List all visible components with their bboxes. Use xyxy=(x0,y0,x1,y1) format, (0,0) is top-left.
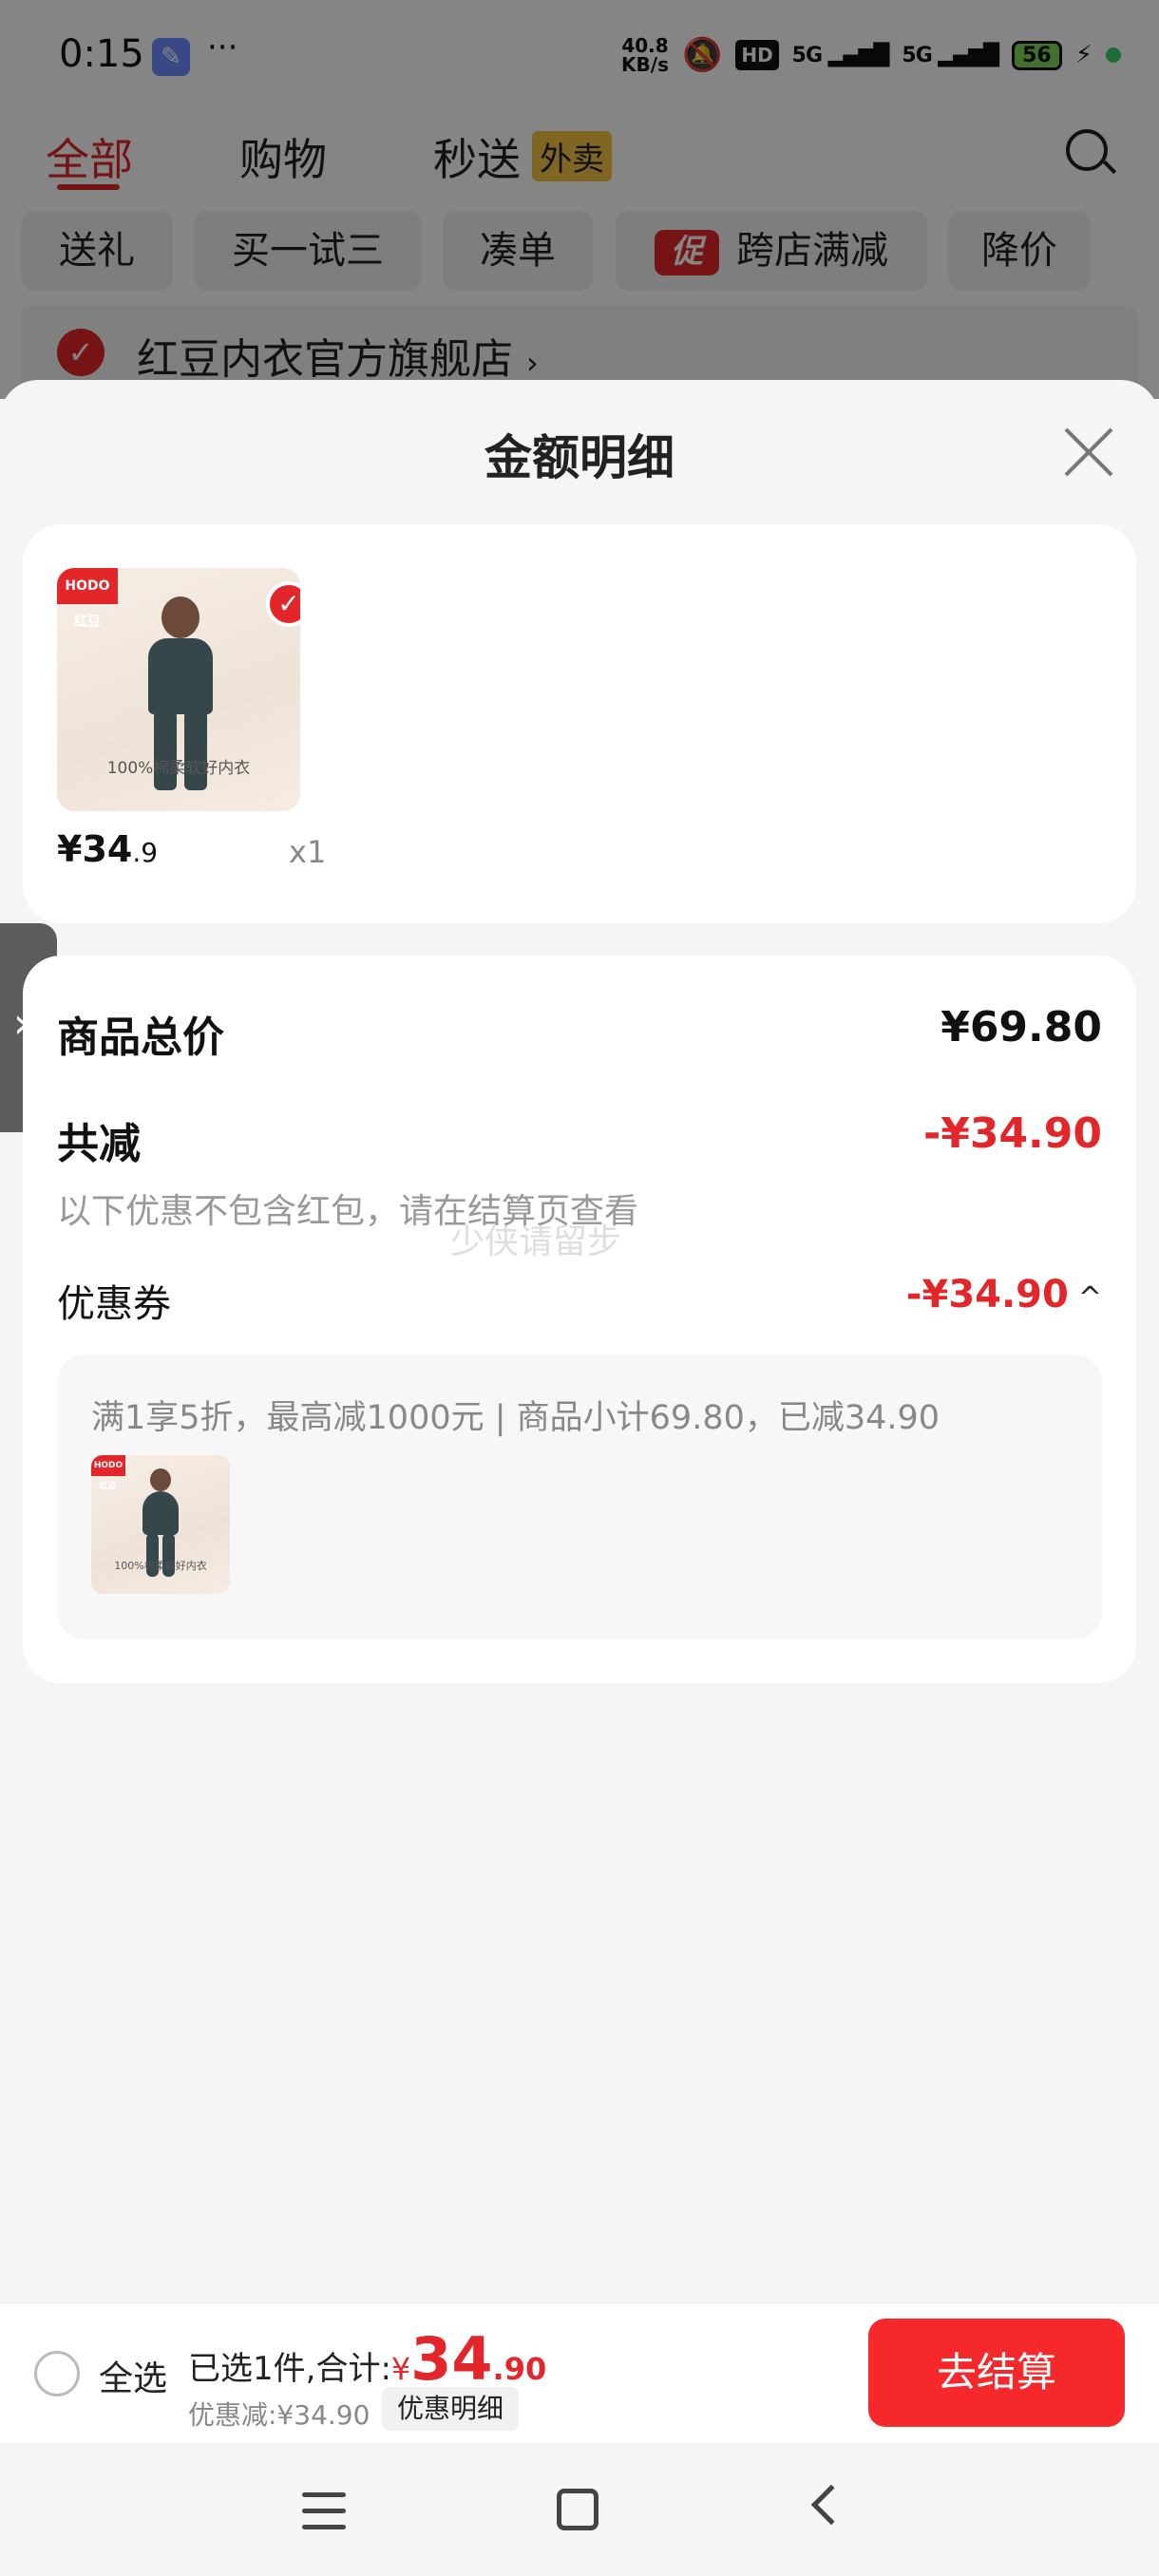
select-all-label[interactable]: 全选 xyxy=(99,2351,167,2400)
checkout-button[interactable]: 去结算 xyxy=(868,2319,1125,2427)
amount-detail-card: 商品总价 ¥69.80 共减 -¥34.90 以下优惠不包含红包，请在结算页查看… xyxy=(23,956,1136,1683)
checkout-bar: 全选 已选1件,合计:¥34.90 优惠减:¥34.90 优惠明细 去结算 xyxy=(0,2302,1159,2443)
discount-detail-button[interactable]: 优惠明细 xyxy=(382,2387,520,2431)
total-price-value: ¥69.80 xyxy=(940,1003,1102,1051)
brand-logo-small: HODO 红豆 xyxy=(91,1455,125,1491)
image-caption: 100%棉柔软好内衣 xyxy=(106,759,251,778)
thumbnail-caption: 100%棉柔软好内衣 xyxy=(114,1560,207,1572)
system-nav-bar xyxy=(0,2443,1159,2576)
brand-logo: HODO 红豆 xyxy=(57,568,118,630)
discount-summary: 优惠减:¥34.90 xyxy=(188,2399,370,2431)
total-reduction-label: 共减 xyxy=(57,1120,141,1168)
figure-head xyxy=(162,597,200,638)
coupon-detail-box: 满1享5折，最高减1000元 | 商品小计69.80，已减34.90 HODO … xyxy=(57,1354,1102,1639)
amount-detail-sheet: 金额明细 HODO 红豆 100%棉柔软好内衣 ✓ ¥34.9 x1 › 商品总… xyxy=(0,380,1159,2280)
watermark-text: 少侠请留步 xyxy=(450,1222,622,1261)
coupon-label: 优惠券 xyxy=(57,1282,171,1326)
figure-head xyxy=(150,1468,171,1491)
back-icon[interactable] xyxy=(810,2484,852,2526)
chevron-up-icon[interactable]: ^ xyxy=(1078,1281,1102,1315)
select-all-radio[interactable] xyxy=(34,2351,80,2396)
figure-body xyxy=(148,638,213,714)
sheet-title: 金额明细 xyxy=(484,430,674,485)
product-card: HODO 红豆 100%棉柔软好内衣 ✓ ¥34.9 x1 xyxy=(23,524,1136,923)
coupon-value[interactable]: -¥34.90 ^ xyxy=(906,1273,1102,1316)
product-price: ¥34.9 xyxy=(57,828,159,870)
coupon-product-thumbnail[interactable]: HODO 红豆 100%棉柔软好内衣 xyxy=(91,1455,230,1594)
total-reduction-value: -¥34.90 xyxy=(922,1109,1102,1158)
figure-leg-right xyxy=(184,710,207,790)
figure-leg-left xyxy=(154,710,177,790)
total-price-label: 商品总价 xyxy=(57,1013,224,1062)
selected-check-icon[interactable]: ✓ xyxy=(266,581,300,627)
home-icon[interactable] xyxy=(557,2489,598,2530)
close-icon[interactable] xyxy=(1062,426,1115,479)
selected-summary: 已选1件,合计:¥34.90 xyxy=(188,2324,547,2394)
dim-overlay[interactable] xyxy=(0,0,1159,399)
menu-icon[interactable] xyxy=(302,2492,346,2530)
figure-body xyxy=(142,1491,179,1535)
product-image[interactable]: HODO 红豆 100%棉柔软好内衣 ✓ xyxy=(57,568,300,811)
product-quantity: x1 xyxy=(289,834,327,870)
coupon-description: 满1享5折，最高减1000元 | 商品小计69.80，已减34.90 xyxy=(91,1399,940,1437)
